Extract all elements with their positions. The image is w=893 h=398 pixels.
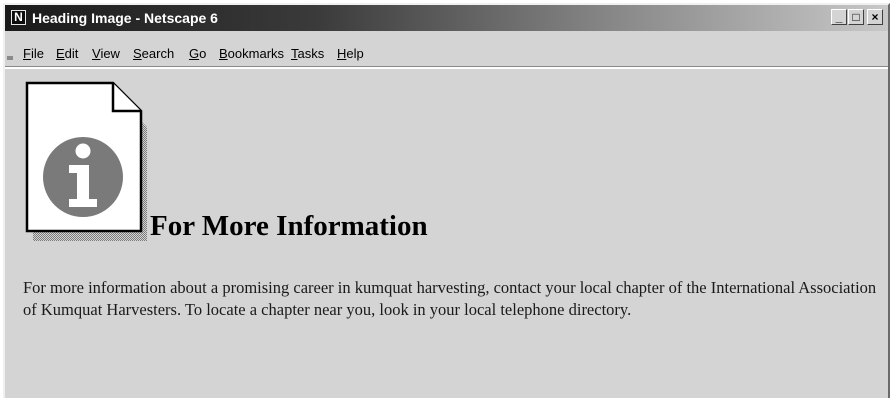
maximize-button[interactable]: □ <box>848 9 864 25</box>
menu-view[interactable]: View <box>92 46 120 62</box>
menu-bookmarks[interactable]: Bookmarks <box>219 46 284 62</box>
menu-tasks-rest: asks <box>297 46 325 61</box>
menu-edit-rest: dit <box>64 46 79 61</box>
menu-go-accel: G <box>189 46 200 61</box>
menu-help-rest: elp <box>346 46 364 61</box>
menu-file-rest: ile <box>30 46 44 61</box>
title-bar[interactable]: N Heading Image - Netscape 6 _ □ × <box>5 5 888 31</box>
menu-search-rest: earch <box>141 46 175 61</box>
menu-bookmarks-rest: ookmarks <box>227 46 285 61</box>
page-content: For More Information For more informatio… <box>5 71 888 398</box>
menu-view-rest: iew <box>100 46 120 61</box>
menu-bookmarks-accel: B <box>219 46 228 61</box>
menu-help-accel: H <box>337 46 347 61</box>
menu-search[interactable]: Search <box>133 46 174 62</box>
menu-tasks[interactable]: Tasks <box>291 46 324 62</box>
menu-edit[interactable]: Edit <box>56 46 78 62</box>
info-dot <box>75 143 91 159</box>
menu-go[interactable]: Go <box>189 46 206 62</box>
minimize-button[interactable]: _ <box>831 9 847 25</box>
menubar-grip[interactable] <box>7 56 13 60</box>
menu-help[interactable]: Help <box>337 46 364 62</box>
page-corner-fold <box>111 83 141 113</box>
window-title: Heading Image - Netscape 6 <box>32 10 218 26</box>
menu-go-rest: o <box>199 46 207 61</box>
browser-window: N Heading Image - Netscape 6 _ □ × File … <box>3 3 890 398</box>
page-heading: For More Information <box>150 210 428 242</box>
menu-edit-accel: E <box>56 46 65 61</box>
menu-file-accel: F <box>23 46 31 61</box>
info-document-icon <box>25 81 147 241</box>
menu-search-accel: S <box>133 46 142 61</box>
close-button[interactable]: × <box>867 9 883 25</box>
menu-file[interactable]: File <box>23 46 44 62</box>
body-paragraph: For more information about a promising c… <box>23 278 877 319</box>
netscape-icon[interactable]: N <box>11 10 26 25</box>
menu-bar: File Edit View Search Go Bookmarks Tasks… <box>5 33 888 69</box>
